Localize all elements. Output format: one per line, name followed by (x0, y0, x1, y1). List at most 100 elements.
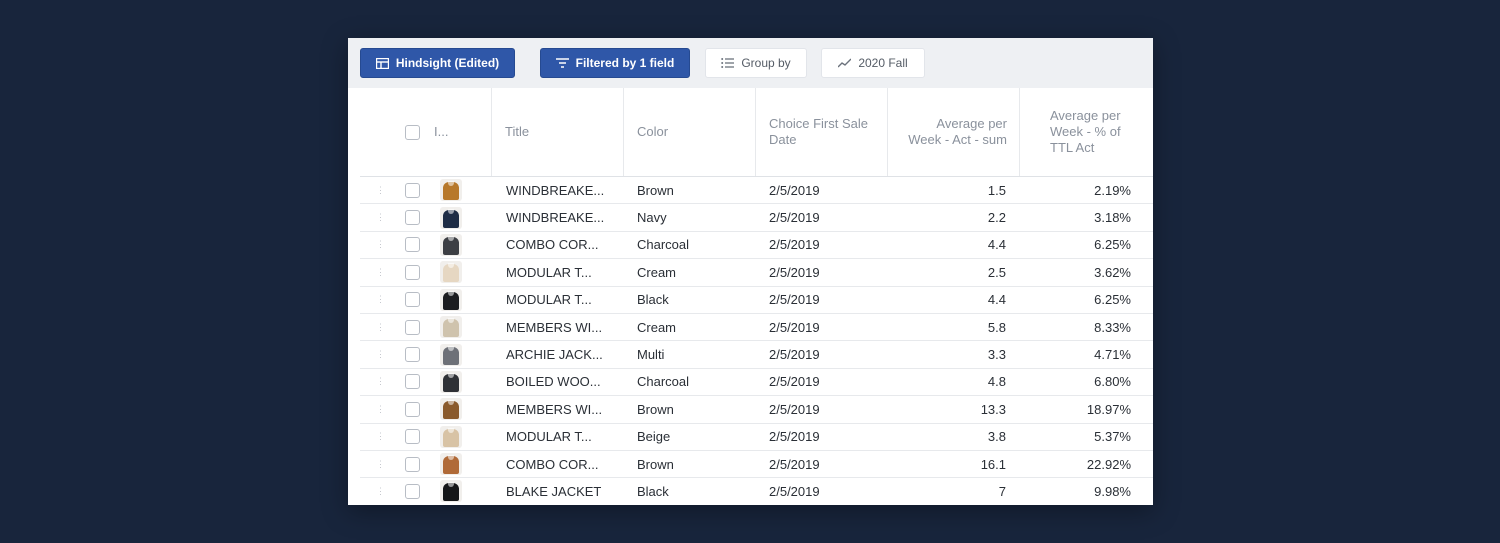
table-row[interactable]: ⋮⋮ BOILED WOO... Charcoal 2/5/2019 4.8 6… (360, 369, 1153, 397)
cell-title[interactable]: MEMBERS WI... (506, 314, 616, 340)
cell-first-sale-date[interactable]: 2/5/2019 (769, 478, 879, 504)
cell-avg-week[interactable]: 4.4 (887, 232, 1006, 258)
cell-color[interactable]: Cream (637, 259, 747, 285)
cell-title[interactable]: ARCHIE JACK... (506, 341, 616, 367)
cell-color[interactable]: Brown (637, 396, 747, 422)
cell-title[interactable]: BOILED WOO... (506, 369, 616, 395)
cell-avg-pct[interactable]: 4.71% (1019, 341, 1131, 367)
cell-first-sale-date[interactable]: 2/5/2019 (769, 232, 879, 258)
season-button[interactable]: 2020 Fall (821, 48, 925, 78)
table-row[interactable]: ⋮⋮ COMBO COR... Charcoal 2/5/2019 4.4 6.… (360, 232, 1153, 260)
drag-handle-icon[interactable]: ⋮⋮ (376, 369, 388, 395)
table-row[interactable]: ⋮⋮ ARCHIE JACK... Multi 2/5/2019 3.3 4.7… (360, 341, 1153, 369)
cell-avg-pct[interactable]: 3.62% (1019, 259, 1131, 285)
cell-avg-pct[interactable]: 5.37% (1019, 424, 1131, 450)
cell-avg-pct[interactable]: 6.25% (1019, 232, 1131, 258)
cell-avg-week[interactable]: 3.3 (887, 341, 1006, 367)
cell-color[interactable]: Multi (637, 341, 747, 367)
drag-handle-icon[interactable]: ⋮⋮ (376, 424, 388, 450)
cell-color[interactable]: Charcoal (637, 369, 747, 395)
cell-color[interactable]: Cream (637, 314, 747, 340)
row-checkbox[interactable] (405, 210, 420, 226)
row-checkbox[interactable] (405, 456, 420, 472)
cell-avg-week[interactable]: 13.3 (887, 396, 1006, 422)
cell-color[interactable]: Beige (637, 424, 747, 450)
row-checkbox[interactable] (405, 264, 420, 280)
header-avg-week[interactable]: Average per Week - Act - sum (887, 88, 1019, 176)
product-thumbnail[interactable] (440, 369, 464, 395)
cell-title[interactable]: BLAKE JACKET (506, 478, 616, 504)
table-row[interactable]: ⋮⋮ MEMBERS WI... Cream 2/5/2019 5.8 8.33… (360, 314, 1153, 342)
cell-first-sale-date[interactable]: 2/5/2019 (769, 341, 879, 367)
group-by-button[interactable]: Group by (705, 48, 807, 78)
cell-first-sale-date[interactable]: 2/5/2019 (769, 177, 879, 203)
row-checkbox[interactable] (405, 347, 420, 363)
drag-handle-icon[interactable]: ⋮⋮ (376, 177, 388, 203)
row-checkbox[interactable] (405, 237, 420, 253)
row-checkbox[interactable] (405, 401, 420, 417)
drag-handle-icon[interactable]: ⋮⋮ (376, 204, 388, 230)
product-thumbnail[interactable] (440, 204, 464, 230)
cell-color[interactable]: Black (637, 287, 747, 313)
header-image[interactable]: I... (434, 124, 448, 140)
header-title[interactable]: Title (491, 88, 623, 176)
product-thumbnail[interactable] (440, 259, 464, 285)
cell-title[interactable]: MODULAR T... (506, 259, 616, 285)
drag-handle-icon[interactable]: ⋮⋮ (376, 287, 388, 313)
cell-title[interactable]: COMBO COR... (506, 451, 616, 477)
cell-first-sale-date[interactable]: 2/5/2019 (769, 369, 879, 395)
cell-color[interactable]: Black (637, 478, 747, 504)
table-row[interactable]: ⋮⋮ MODULAR T... Black 2/5/2019 4.4 6.25% (360, 287, 1153, 314)
cell-title[interactable]: MODULAR T... (506, 287, 616, 313)
filter-button[interactable]: Filtered by 1 field (540, 48, 690, 78)
cell-avg-week[interactable]: 4.8 (887, 369, 1006, 395)
cell-avg-pct[interactable]: 2.19% (1019, 177, 1131, 203)
drag-handle-icon[interactable]: ⋮⋮ (376, 478, 388, 504)
cell-avg-week[interactable]: 2.2 (887, 204, 1006, 230)
cell-avg-week[interactable]: 16.1 (887, 451, 1006, 477)
cell-first-sale-date[interactable]: 2/5/2019 (769, 259, 879, 285)
product-thumbnail[interactable] (440, 451, 464, 477)
row-checkbox[interactable] (405, 182, 420, 198)
drag-handle-icon[interactable]: ⋮⋮ (376, 451, 388, 477)
cell-title[interactable]: COMBO COR... (506, 232, 616, 258)
cell-title[interactable]: WINDBREAKE... (506, 177, 616, 203)
cell-first-sale-date[interactable]: 2/5/2019 (769, 451, 879, 477)
cell-first-sale-date[interactable]: 2/5/2019 (769, 424, 879, 450)
cell-title[interactable]: WINDBREAKE... (506, 204, 616, 230)
drag-handle-icon[interactable]: ⋮⋮ (376, 396, 388, 422)
cell-color[interactable]: Brown (637, 451, 747, 477)
cell-avg-pct[interactable]: 6.25% (1019, 287, 1131, 313)
drag-handle-icon[interactable]: ⋮⋮ (376, 314, 388, 340)
row-checkbox[interactable] (405, 292, 420, 308)
cell-first-sale-date[interactable]: 2/5/2019 (769, 287, 879, 313)
table-row[interactable]: ⋮⋮ WINDBREAKE... Navy 2/5/2019 2.2 3.18% (360, 204, 1153, 232)
select-all-checkbox[interactable] (405, 124, 420, 140)
row-checkbox[interactable] (405, 483, 420, 499)
cell-avg-pct[interactable]: 8.33% (1019, 314, 1131, 340)
table-row[interactable]: ⋮⋮ COMBO COR... Brown 2/5/2019 16.1 22.9… (360, 451, 1153, 479)
table-row[interactable]: ⋮⋮ BLAKE JACKET Black 2/5/2019 7 9.98% (360, 478, 1153, 505)
cell-color[interactable]: Navy (637, 204, 747, 230)
cell-avg-week[interactable]: 1.5 (887, 177, 1006, 203)
cell-color[interactable]: Charcoal (637, 232, 747, 258)
header-first-sale-date[interactable]: Choice First Sale Date (755, 88, 887, 176)
cell-avg-week[interactable]: 7 (887, 478, 1006, 504)
cell-title[interactable]: MEMBERS WI... (506, 396, 616, 422)
product-thumbnail[interactable] (440, 341, 464, 367)
cell-avg-pct[interactable]: 18.97% (1019, 396, 1131, 422)
product-thumbnail[interactable] (440, 424, 464, 450)
header-avg-pct[interactable]: Average per Week - % of TTL Act (1019, 88, 1143, 176)
cell-title[interactable]: MODULAR T... (506, 424, 616, 450)
drag-handle-icon[interactable]: ⋮⋮ (376, 341, 388, 367)
product-thumbnail[interactable] (440, 478, 464, 504)
cell-color[interactable]: Brown (637, 177, 747, 203)
cell-avg-week[interactable]: 5.8 (887, 314, 1006, 340)
cell-avg-week[interactable]: 2.5 (887, 259, 1006, 285)
header-color[interactable]: Color (623, 88, 755, 176)
cell-first-sale-date[interactable]: 2/5/2019 (769, 204, 879, 230)
table-row[interactable]: ⋮⋮ MEMBERS WI... Brown 2/5/2019 13.3 18.… (360, 396, 1153, 424)
row-checkbox[interactable] (405, 429, 420, 445)
cell-avg-pct[interactable]: 9.98% (1019, 478, 1131, 504)
product-thumbnail[interactable] (440, 287, 464, 313)
